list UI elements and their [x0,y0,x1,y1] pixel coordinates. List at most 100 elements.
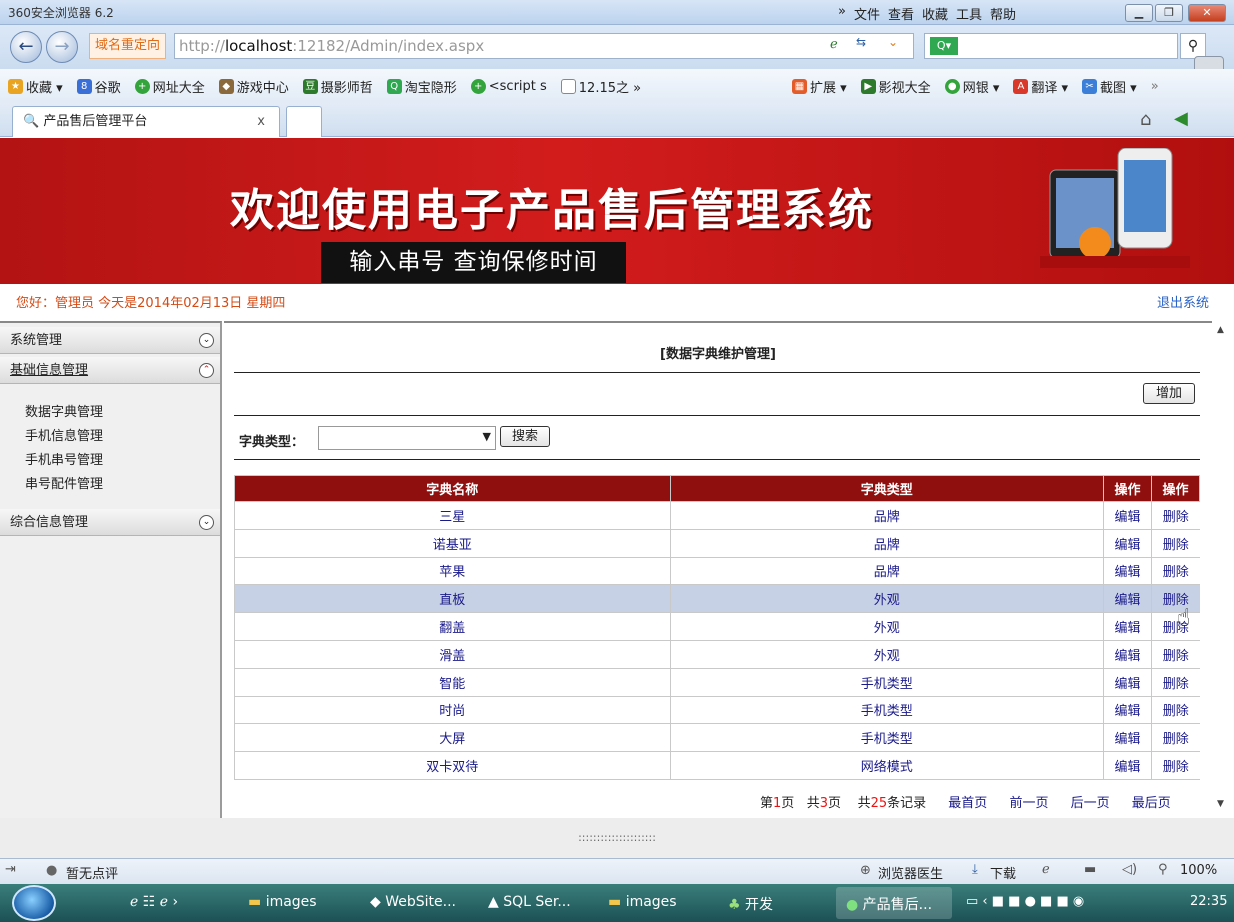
dict-type-select[interactable]: ▼ [318,426,496,450]
delete-link[interactable]: 删除 [1151,723,1200,753]
sidebar-section-system[interactable]: 系统管理 ⌄ [0,327,220,354]
banner-subtitle: 输入串号 查询保修时间 [321,242,626,283]
start-button[interactable] [12,885,56,921]
add-button[interactable]: 增加 [1143,383,1195,404]
search-engine-icon[interactable]: Q▾ [930,37,958,55]
edit-link[interactable]: 编辑 [1103,640,1152,669]
taskbar-item-dev[interactable]: ♣ 开发 [728,894,773,914]
menu-tools[interactable]: 工具 [956,4,982,23]
bookmark-photo[interactable]: 豆摄影师哲 [302,77,373,96]
more-tools-button[interactable]: » [1151,79,1159,94]
taskbar-item-images-2[interactable]: ▬ images [608,894,677,910]
restore-button[interactable]: ❐ [1155,4,1183,22]
edit-link[interactable]: 编辑 [1103,529,1152,558]
home-icon[interactable]: ⌂ [1140,109,1151,130]
frame-splitter[interactable]: ::::::::::::::::::::: [0,818,1234,858]
edit-link[interactable]: 编辑 [1103,723,1152,753]
new-tab-button[interactable] [286,106,322,137]
sidebar-item-accessory[interactable]: 串号配件管理 [25,473,103,492]
bookmark-taobao[interactable]: Q 淘宝隐形 [386,77,457,96]
quicklaunch-icon[interactable]: ℯ ☷ ℯ › [130,894,178,910]
menu-more[interactable]: » [838,4,846,23]
doctor-icon: ⊕ [860,863,871,878]
delete-link[interactable]: 删除 [1151,501,1200,530]
sidebar-section-basic-info[interactable]: 基础信息管理 ⌃ [0,357,220,384]
minimize-button[interactable]: ▁ [1125,4,1153,22]
edit-link[interactable]: 编辑 [1103,751,1152,780]
back-arrow-icon[interactable]: ◀ [1174,108,1188,129]
close-window-button[interactable]: ✕ [1188,4,1226,22]
forward-button[interactable]: → [46,31,78,63]
edit-link[interactable]: 编辑 [1103,584,1152,614]
tab-product-service[interactable]: 🔍 产品售后管理平台 x [12,106,280,137]
delete-link[interactable]: 删除 [1151,584,1200,614]
taskbar-item-browser[interactable]: ● 产品售后... [836,887,952,919]
extensions-button[interactable]: ▦ 扩展 ▾ [792,77,847,96]
screenshot-button[interactable]: ✂ 截图 ▾ [1082,77,1137,96]
tab-close-icon[interactable]: x [257,107,265,137]
bookmark-google[interactable]: 8 谷歌 [76,77,121,96]
sidebar-section-general[interactable]: 综合信息管理 ⌄ [0,509,220,536]
edit-link[interactable]: 编辑 [1103,668,1152,697]
delete-link[interactable]: 删除 [1151,751,1200,780]
ie-icon[interactable]: ℯ [1042,862,1050,877]
taskbar-item-sql[interactable]: ▲ SQL Ser... [488,894,571,910]
bookmark-page[interactable]: 12.15之 » [560,77,641,96]
prev-page-link[interactable]: 前一页 [1009,796,1048,811]
edit-link[interactable]: 编辑 [1103,557,1152,586]
menu-view[interactable]: 查看 [888,4,914,23]
download-button[interactable]: 下载 [990,863,1016,882]
vertical-scrollbar[interactable]: ▲ ▼ [1212,321,1234,818]
scroll-down-icon[interactable]: ▼ [1217,799,1224,809]
search-button[interactable]: 搜索 [500,426,550,447]
url-input[interactable]: http://localhost:12182/Admin/index.aspx [174,33,914,59]
sidebar-item-phone-info[interactable]: 手机信息管理 [25,425,103,444]
sound-icon[interactable]: ◁) [1122,862,1137,877]
last-page-link[interactable]: 最后页 [1132,796,1171,811]
first-page-link[interactable]: 最首页 [948,796,987,811]
delete-link[interactable]: 删除 [1151,557,1200,586]
scroll-up-icon[interactable]: ▲ [1217,325,1224,335]
dropdown-arrow-icon[interactable]: ⌄ [888,35,898,49]
expand-icon[interactable]: ⌄ [199,515,214,530]
browser-doctor-button[interactable]: 浏览器医生 [878,863,943,882]
taskbar-item-images[interactable]: ▬ images [248,894,317,910]
tab-strip: 🔍 产品售后管理平台 x ⌂ ◀ [0,103,1234,137]
delete-link[interactable]: 删除 [1151,696,1200,725]
delete-link[interactable]: 删除 [1151,668,1200,697]
menu-favorites[interactable]: 收藏 [922,4,948,23]
exit-icon[interactable]: ⇥ [5,862,16,877]
bank-button[interactable]: ● 网银 ▾ [944,77,999,96]
video-button[interactable]: ▶ 影视大全 [860,77,931,96]
bookmark-favorites[interactable]: ★ 收藏 ▾ [8,77,63,96]
taskbar-item-website[interactable]: ◆ WebSite... [370,894,456,910]
compat-mode-icon[interactable]: ℯ [830,37,838,52]
bookmark-games[interactable]: ◆ 游戏中心 [218,77,289,96]
proxy-icon[interactable]: ⇆ [856,35,866,49]
sidebar-item-dictionary[interactable]: 数据字典管理 [25,401,103,420]
delete-link[interactable]: 删除 [1151,612,1200,641]
expand-icon[interactable]: ⌄ [199,333,214,348]
collapse-icon[interactable]: ⌃ [199,363,214,378]
zoom-level[interactable]: 100% [1180,863,1217,878]
edit-link[interactable]: 编辑 [1103,501,1152,530]
system-tray-icons[interactable]: ▭ ‹ ■ ■ ● ■ ■ ◉ [966,894,1084,909]
delete-link[interactable]: 删除 [1151,640,1200,669]
logout-link[interactable]: 退出系统 [1157,292,1209,311]
back-button[interactable]: ← [10,31,42,63]
next-page-link[interactable]: 后一页 [1071,796,1110,811]
rating-text[interactable]: 暂无点评 [66,863,118,882]
domain-redirect-label[interactable]: 域名重定向 [89,33,167,59]
menu-help[interactable]: 帮助 [990,4,1016,23]
table-header-row: 字典名称 字典类型 操作 操作 [234,475,1200,502]
window-icon[interactable]: ▬ [1084,862,1096,877]
menu-file[interactable]: 文件 [854,4,880,23]
bookmark-sites[interactable]: + 网址大全 [134,77,205,96]
search-input[interactable]: Q▾ [924,33,1178,59]
delete-link[interactable]: 删除 [1151,529,1200,558]
translate-button[interactable]: A 翻译 ▾ [1013,77,1068,96]
edit-link[interactable]: 编辑 [1103,612,1152,641]
bookmark-script[interactable]: + <script s [470,78,547,94]
edit-link[interactable]: 编辑 [1103,696,1152,725]
sidebar-item-serial[interactable]: 手机串号管理 [25,449,103,468]
